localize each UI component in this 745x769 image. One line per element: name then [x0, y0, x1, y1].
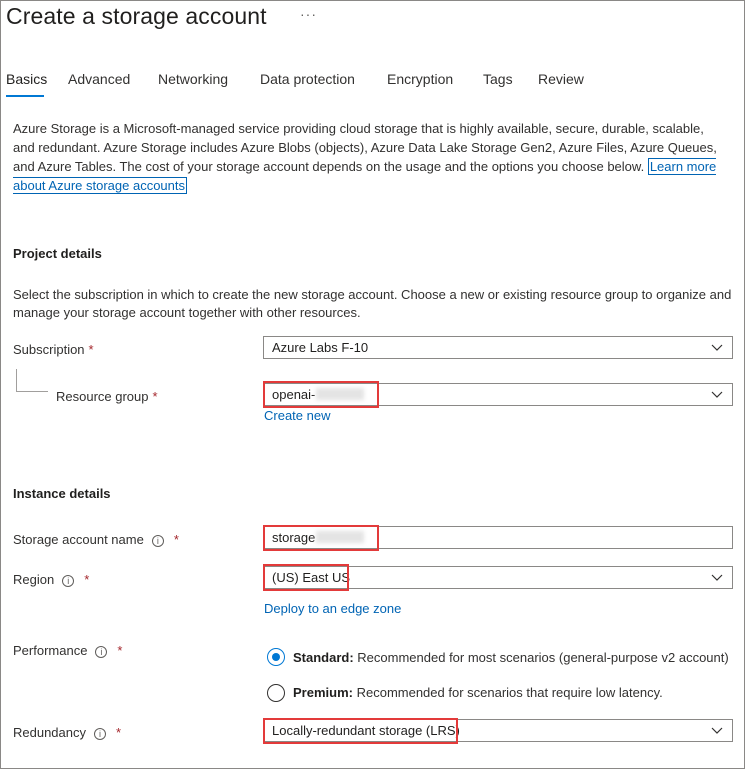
storage-account-name-label-text: Storage account name: [13, 532, 144, 547]
region-label-text: Region: [13, 572, 55, 587]
premium-option-text: Premium: Recommended for scenarios that …: [293, 685, 663, 700]
premium-radio[interactable]: [267, 684, 285, 702]
highlight-box: [263, 564, 349, 591]
info-icon[interactable]: i: [94, 728, 106, 740]
standard-description: Recommended for most scenarios (general-…: [357, 650, 729, 665]
tab-networking[interactable]: Networking: [158, 71, 228, 87]
tab-data-protection[interactable]: Data protection: [260, 71, 355, 87]
resource-group-label-text: Resource group: [56, 389, 149, 404]
region-label: Region i *: [13, 572, 89, 587]
info-icon[interactable]: i: [95, 646, 108, 658]
highlight-box: [263, 381, 379, 408]
instance-details-heading: Instance details: [13, 486, 111, 501]
required-marker: *: [116, 725, 122, 740]
required-marker: *: [152, 389, 158, 404]
info-icon[interactable]: i: [62, 575, 75, 587]
tab-basics[interactable]: Basics: [6, 71, 47, 87]
project-details-description: Select the subscription in which to crea…: [13, 287, 732, 320]
active-tab-indicator: [6, 95, 44, 97]
intro-text: Azure Storage is a Microsoft-managed ser…: [13, 121, 717, 174]
chevron-down-icon: [711, 574, 723, 581]
tab-tags[interactable]: Tags: [483, 71, 513, 87]
info-icon[interactable]: i: [151, 535, 164, 547]
standard-option-text: Standard: Recommended for most scenarios…: [293, 650, 729, 665]
required-marker: *: [173, 532, 179, 547]
chevron-down-icon: [711, 344, 723, 351]
standard-title: Standard:: [293, 650, 354, 665]
more-options-icon[interactable]: ···: [300, 6, 317, 22]
resource-group-label: Resource group *: [56, 389, 158, 404]
performance-label: Performance i *: [13, 643, 122, 658]
required-marker: *: [88, 342, 94, 357]
tree-connector: [16, 369, 17, 391]
required-marker: *: [84, 572, 90, 587]
subscription-dropdown[interactable]: Azure Labs F-10: [263, 336, 733, 359]
intro-paragraph: Azure Storage is a Microsoft-managed ser…: [13, 119, 729, 195]
redundancy-label-text: Redundancy: [13, 725, 86, 740]
standard-radio[interactable]: [267, 648, 285, 666]
premium-title: Premium:: [293, 685, 353, 700]
subscription-label: Subscription *: [13, 342, 94, 357]
deploy-edge-zone-link[interactable]: Deploy to an edge zone: [264, 601, 401, 616]
tab-encryption[interactable]: Encryption: [387, 71, 453, 87]
required-marker: *: [117, 643, 123, 658]
create-new-link[interactable]: Create new: [264, 408, 330, 423]
tab-review[interactable]: Review: [538, 71, 584, 87]
premium-description: Recommended for scenarios that require l…: [356, 685, 663, 700]
subscription-label-text: Subscription: [13, 342, 85, 357]
tab-advanced[interactable]: Advanced: [68, 71, 130, 87]
redundancy-label: Redundancy i *: [13, 725, 121, 740]
highlight-box: [263, 718, 458, 744]
page-title: Create a storage account: [6, 3, 267, 29]
chevron-down-icon: [711, 391, 723, 398]
tree-connector: [16, 391, 48, 392]
performance-label-text: Performance: [13, 643, 88, 658]
highlight-box: [263, 525, 379, 551]
subscription-value: Azure Labs F-10: [272, 340, 369, 355]
storage-account-name-label: Storage account name i *: [13, 532, 179, 547]
chevron-down-icon: [711, 727, 723, 734]
project-details-heading: Project details: [13, 246, 102, 261]
